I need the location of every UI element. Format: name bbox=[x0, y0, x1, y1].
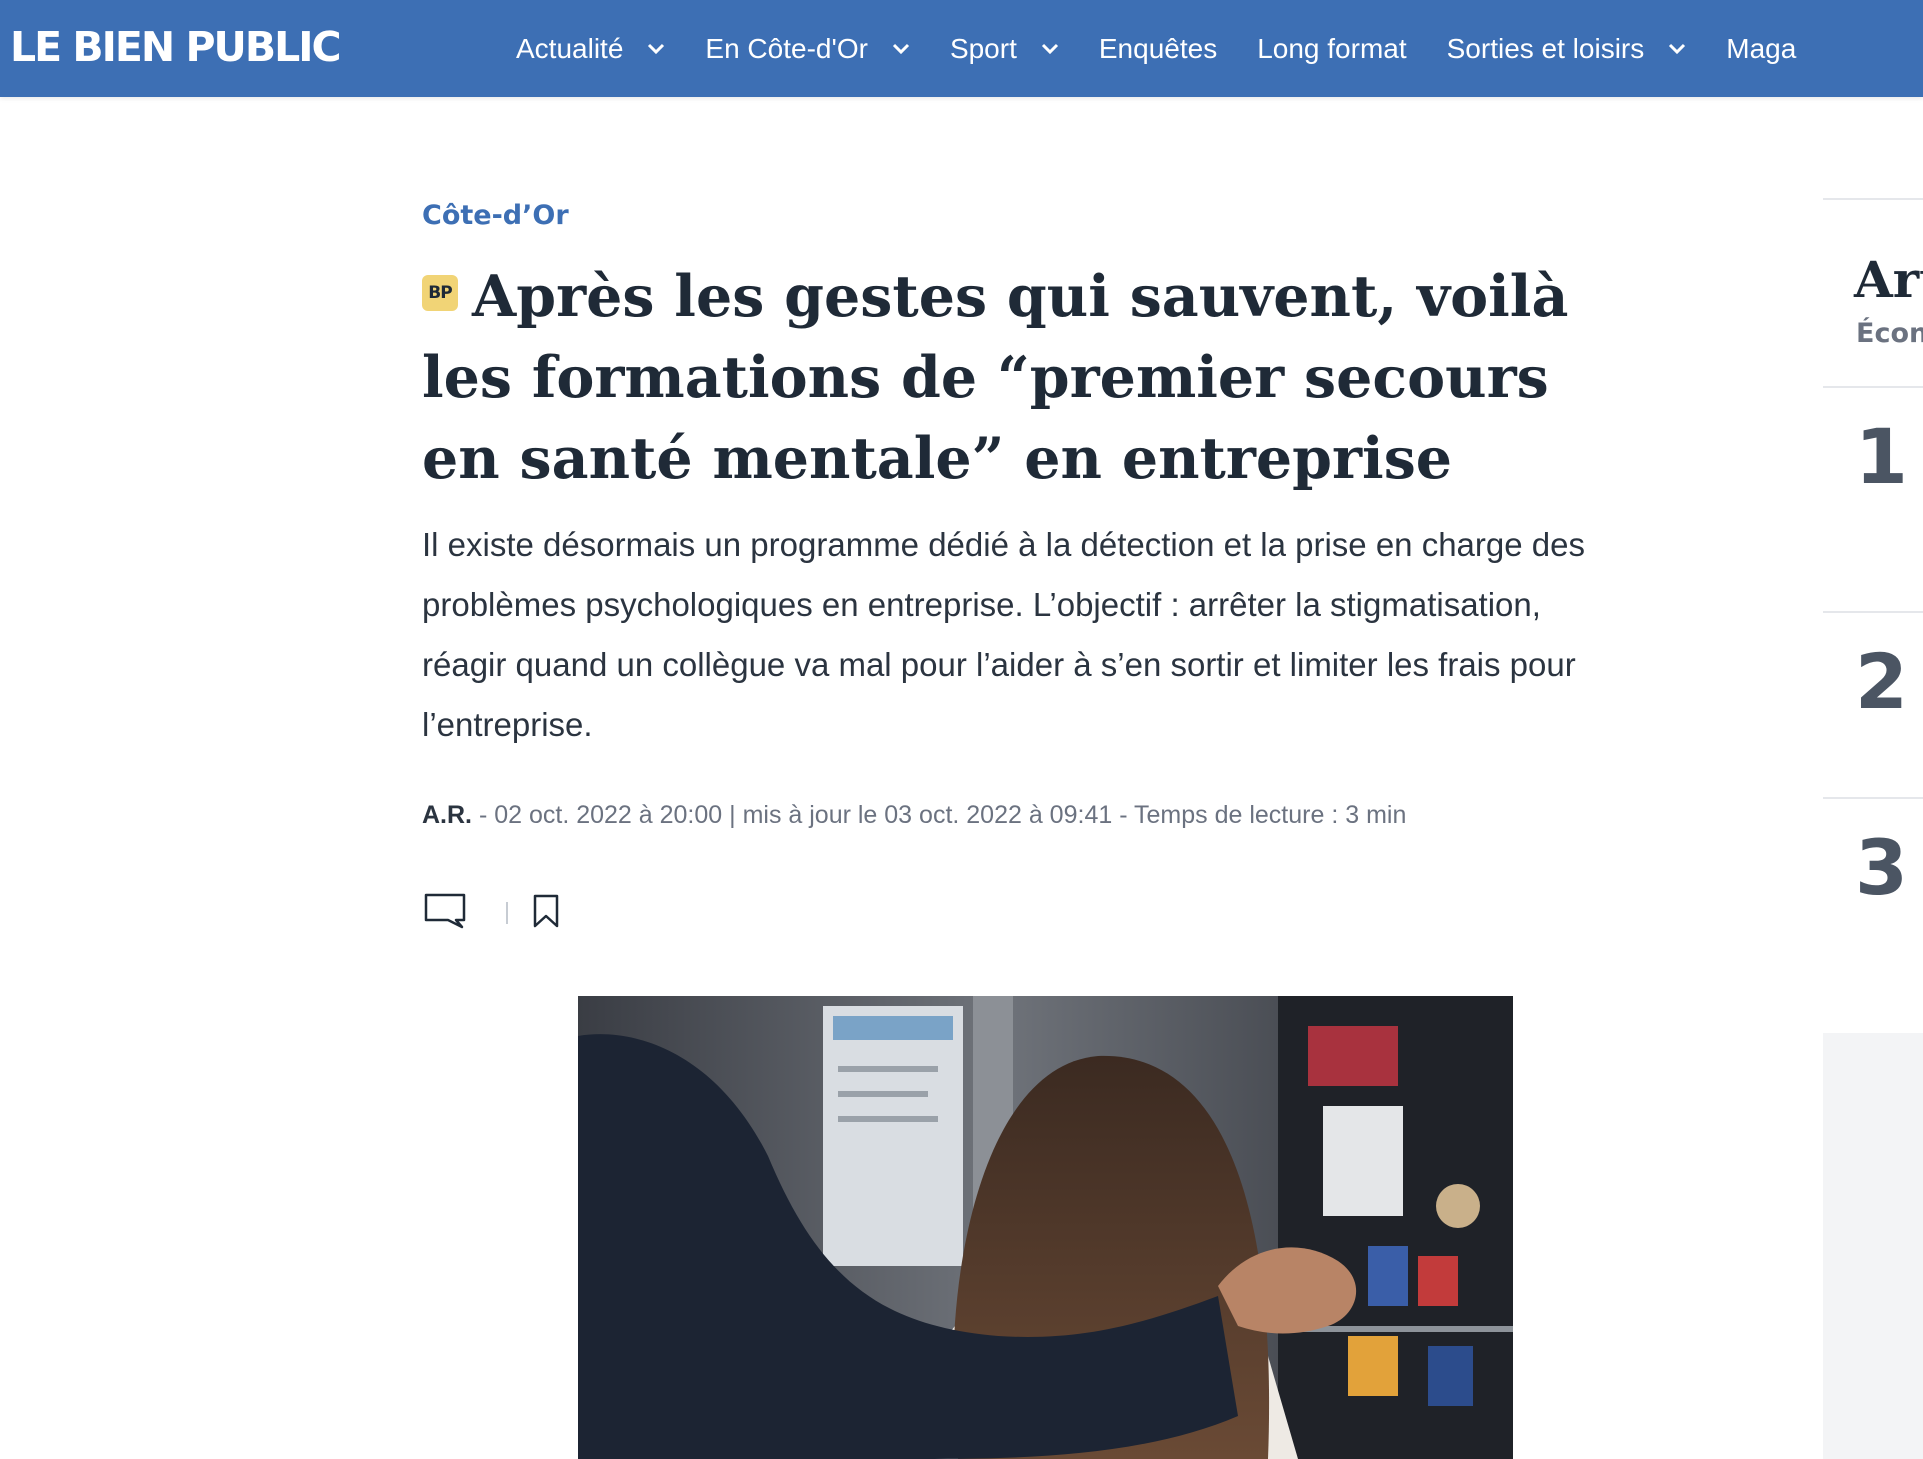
main-nav: Actualité En Côte-d'Or Sport Enquêtes Lo… bbox=[516, 0, 1836, 97]
actions-divider bbox=[506, 902, 508, 924]
article-main-image bbox=[578, 996, 1513, 1459]
nav-item-label: Sorties et loisirs bbox=[1446, 32, 1645, 64]
nav-item-magazine[interactable]: Maga bbox=[1726, 33, 1796, 65]
article-dates: - 02 oct. 2022 à 20:00 | mis à jour le 0… bbox=[472, 801, 1407, 829]
nav-item-en-cote-dor[interactable]: En Côte-d'Or bbox=[705, 33, 910, 65]
nav-item-sorties-et-loisirs[interactable]: Sorties et loisirs bbox=[1447, 33, 1687, 65]
chevron-down-icon[interactable] bbox=[1041, 43, 1059, 55]
nav-item-sport[interactable]: Sport bbox=[950, 33, 1059, 65]
nav-item-actualite[interactable]: Actualité bbox=[516, 33, 665, 65]
article-lead: Il existe désormais un programme dédié à… bbox=[422, 526, 1585, 743]
rail-title: Art bbox=[1854, 250, 1923, 309]
article-title: BP Après les gestes qui sauvent, voilà le… bbox=[422, 256, 1602, 499]
nav-item-label: Maga bbox=[1726, 32, 1797, 64]
rail-divider bbox=[1823, 797, 1923, 799]
article-author[interactable]: A.R. bbox=[422, 801, 472, 829]
chevron-down-icon[interactable] bbox=[892, 43, 910, 55]
bookmark-icon[interactable] bbox=[532, 894, 560, 932]
rail-rank-number: 3 bbox=[1855, 823, 1908, 912]
rail-rank-number: 2 bbox=[1855, 637, 1908, 726]
rail-divider bbox=[1823, 611, 1923, 613]
article-meta: A.R. - 02 oct. 2022 à 20:00 | mis à jour… bbox=[422, 801, 1406, 830]
chevron-down-icon[interactable] bbox=[1668, 43, 1686, 55]
rail-divider bbox=[1823, 198, 1923, 200]
nav-item-label: En Côte-d'Or bbox=[705, 32, 868, 64]
rail-divider bbox=[1823, 386, 1923, 388]
article-category-link[interactable]: Côte-d’Or bbox=[422, 200, 569, 231]
rail-subtitle[interactable]: Écon bbox=[1856, 318, 1923, 349]
rail-rank-number: 1 bbox=[1855, 412, 1908, 501]
article-actions bbox=[424, 890, 560, 936]
chevron-down-icon[interactable] bbox=[647, 43, 665, 55]
article-title-text: Après les gestes qui sauvent, voilà les … bbox=[422, 263, 1569, 492]
rail-ad-slot bbox=[1823, 1033, 1923, 1459]
site-header: LE BIEN PUBLIC Actualité En Côte-d'Or Sp… bbox=[0, 0, 1923, 97]
nav-item-label: Long format bbox=[1257, 32, 1407, 64]
nav-item-label: Sport bbox=[949, 32, 1017, 64]
comment-icon[interactable] bbox=[424, 893, 468, 933]
nav-item-label: Actualité bbox=[516, 32, 624, 64]
nav-item-label: Enquêtes bbox=[1098, 32, 1218, 64]
site-logo[interactable]: LE BIEN PUBLIC bbox=[10, 20, 342, 74]
nav-item-long-format[interactable]: Long format bbox=[1257, 33, 1406, 65]
nav-item-enquetes[interactable]: Enquêtes bbox=[1099, 33, 1217, 65]
premium-badge-icon: BP bbox=[422, 275, 458, 311]
